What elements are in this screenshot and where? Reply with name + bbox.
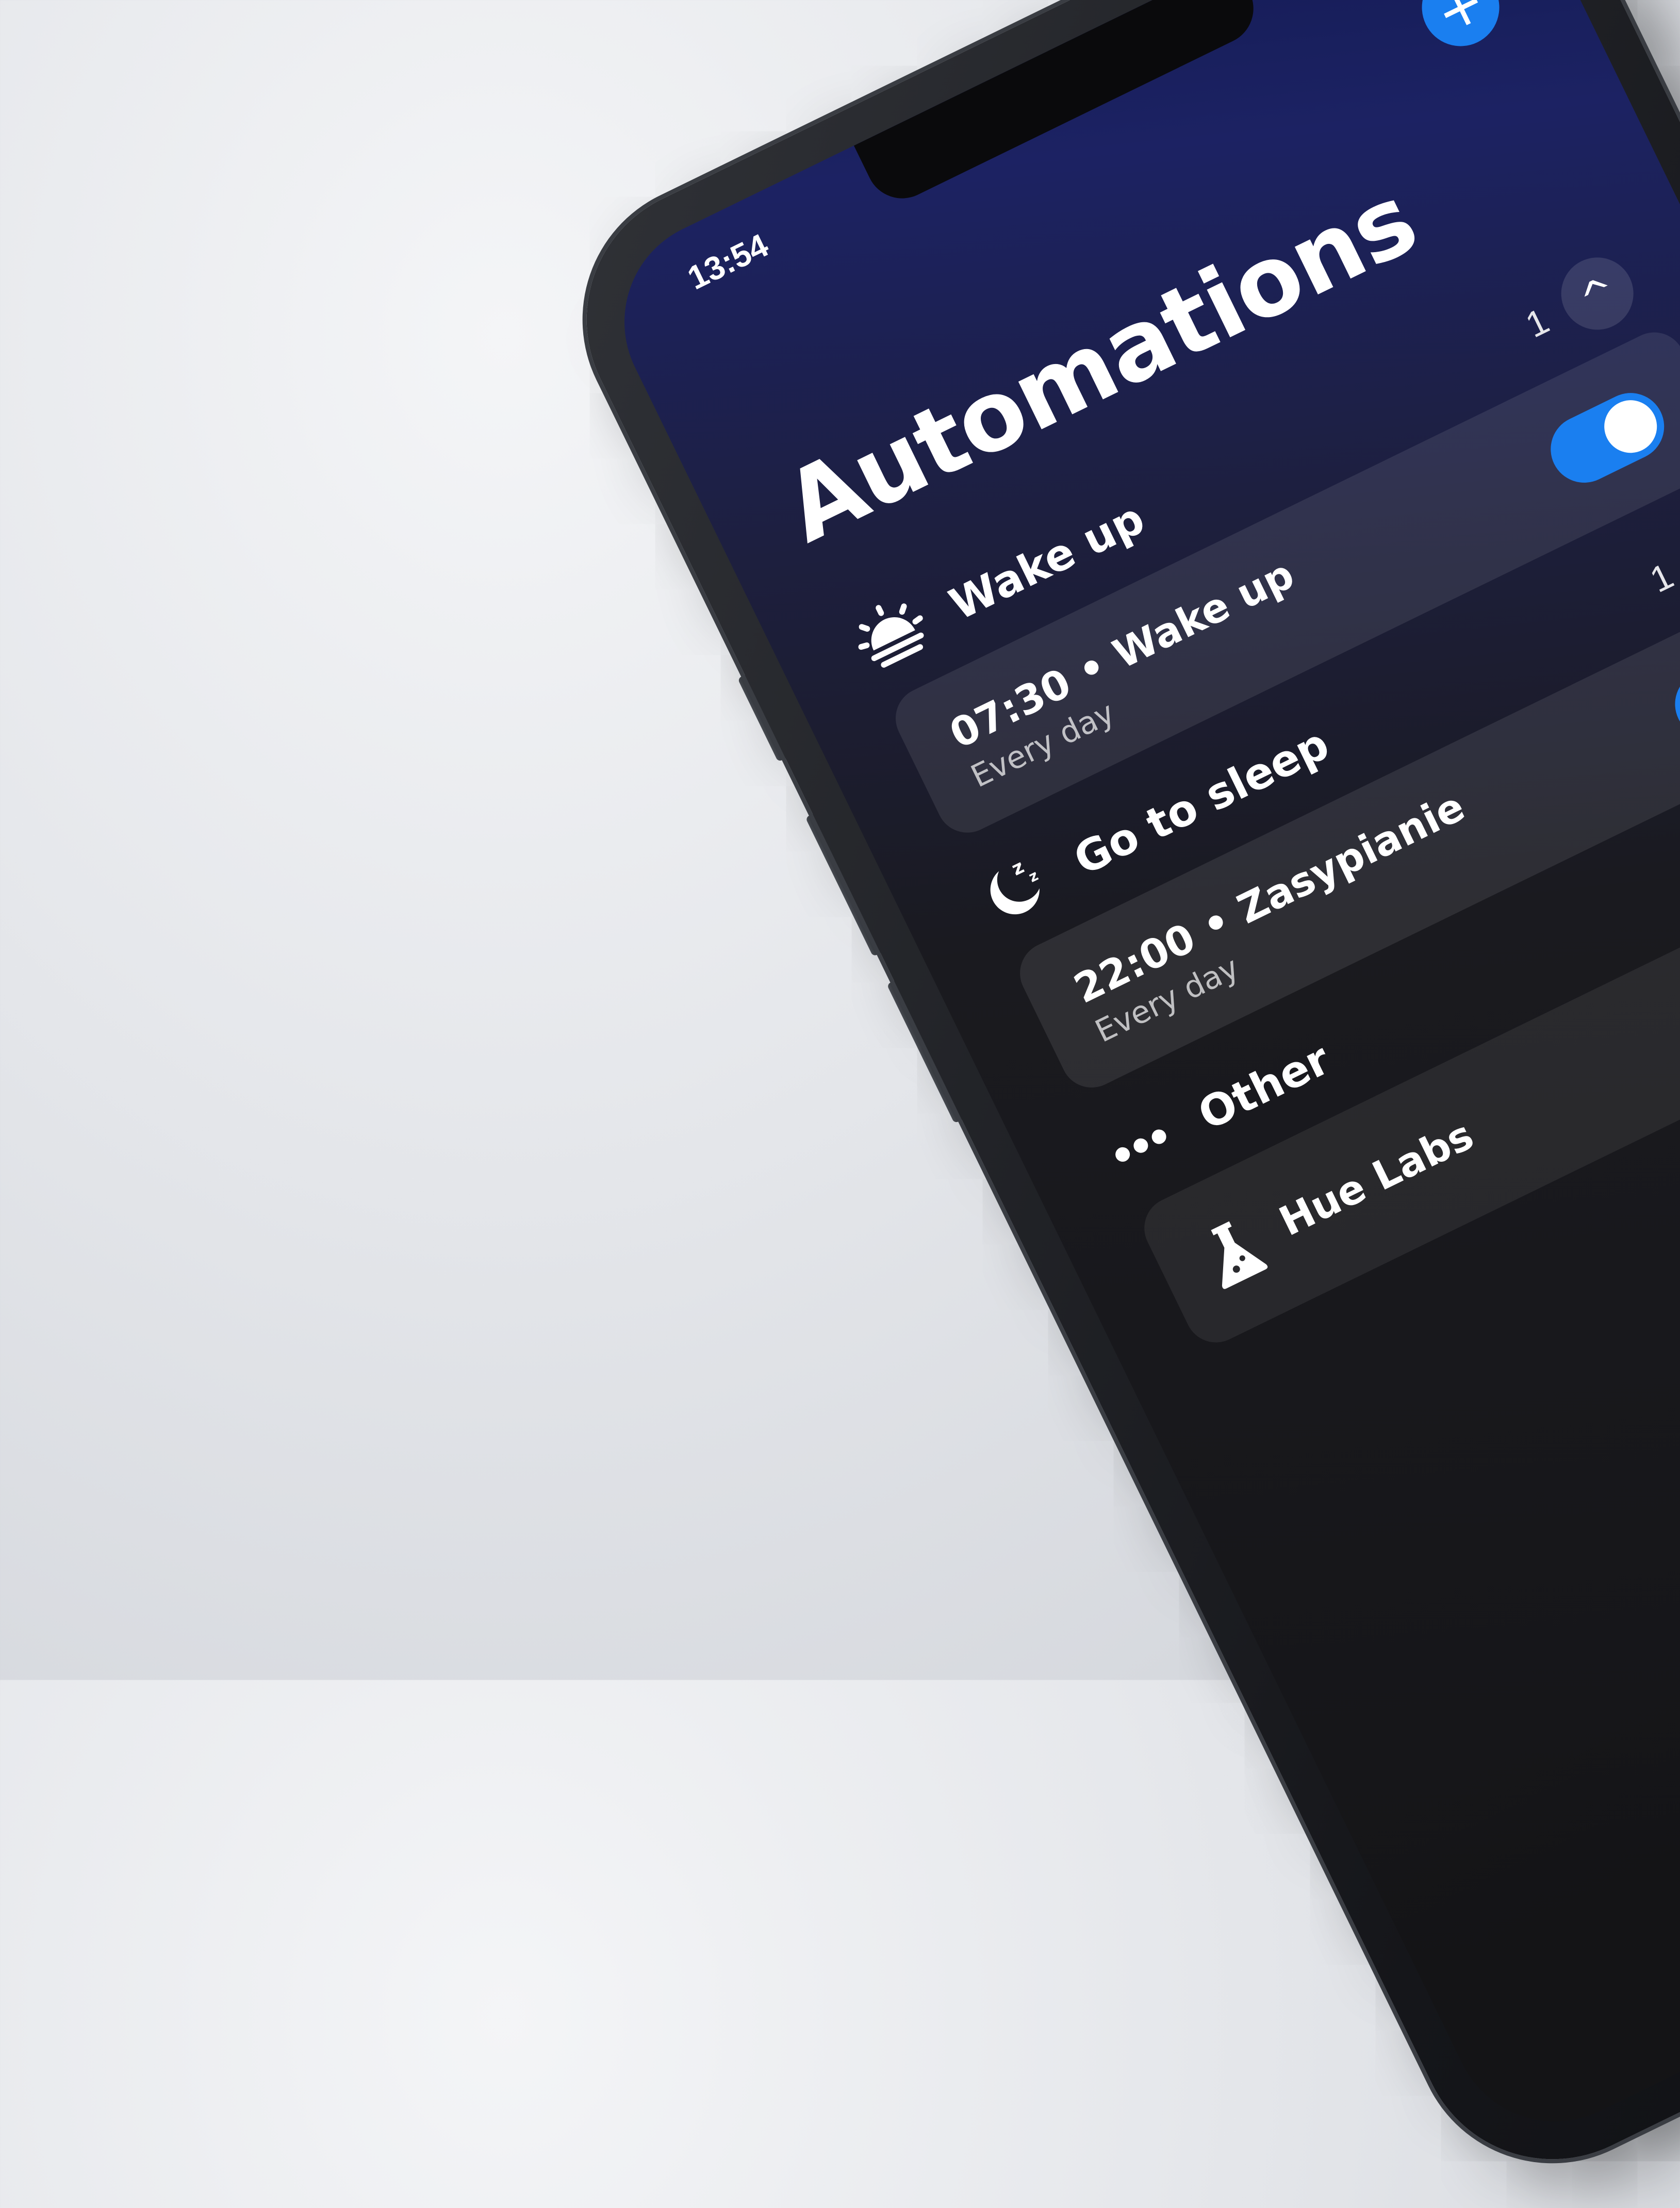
hue-labs-title: Hue Labs xyxy=(1272,1112,1481,1246)
collapse-button[interactable]: ^ xyxy=(1549,245,1646,342)
moon-sleep-icon: z z xyxy=(990,855,1041,915)
more-dots-icon xyxy=(1115,1129,1166,1162)
flask-icon xyxy=(1211,1221,1268,1289)
section-count: 1 xyxy=(1643,555,1679,601)
section-count: 1 xyxy=(1519,300,1555,345)
automation-toggle[interactable] xyxy=(1539,382,1676,494)
svg-text:z: z xyxy=(1008,855,1028,880)
app-screen: 13:54 5G + Automations xyxy=(589,0,1680,2156)
toggle-knob xyxy=(1595,391,1666,462)
bottom-fade xyxy=(1349,1388,1680,2156)
add-automation-button[interactable]: + xyxy=(1409,0,1512,59)
svg-text:z: z xyxy=(1026,867,1041,886)
section-title: Other xyxy=(1190,1033,1338,1140)
status-time: 13:54 xyxy=(682,226,774,297)
sunrise-icon xyxy=(858,603,924,668)
automation-toggle[interactable] xyxy=(1663,636,1680,749)
phone: 13:54 5G + Automations xyxy=(541,0,1680,2204)
